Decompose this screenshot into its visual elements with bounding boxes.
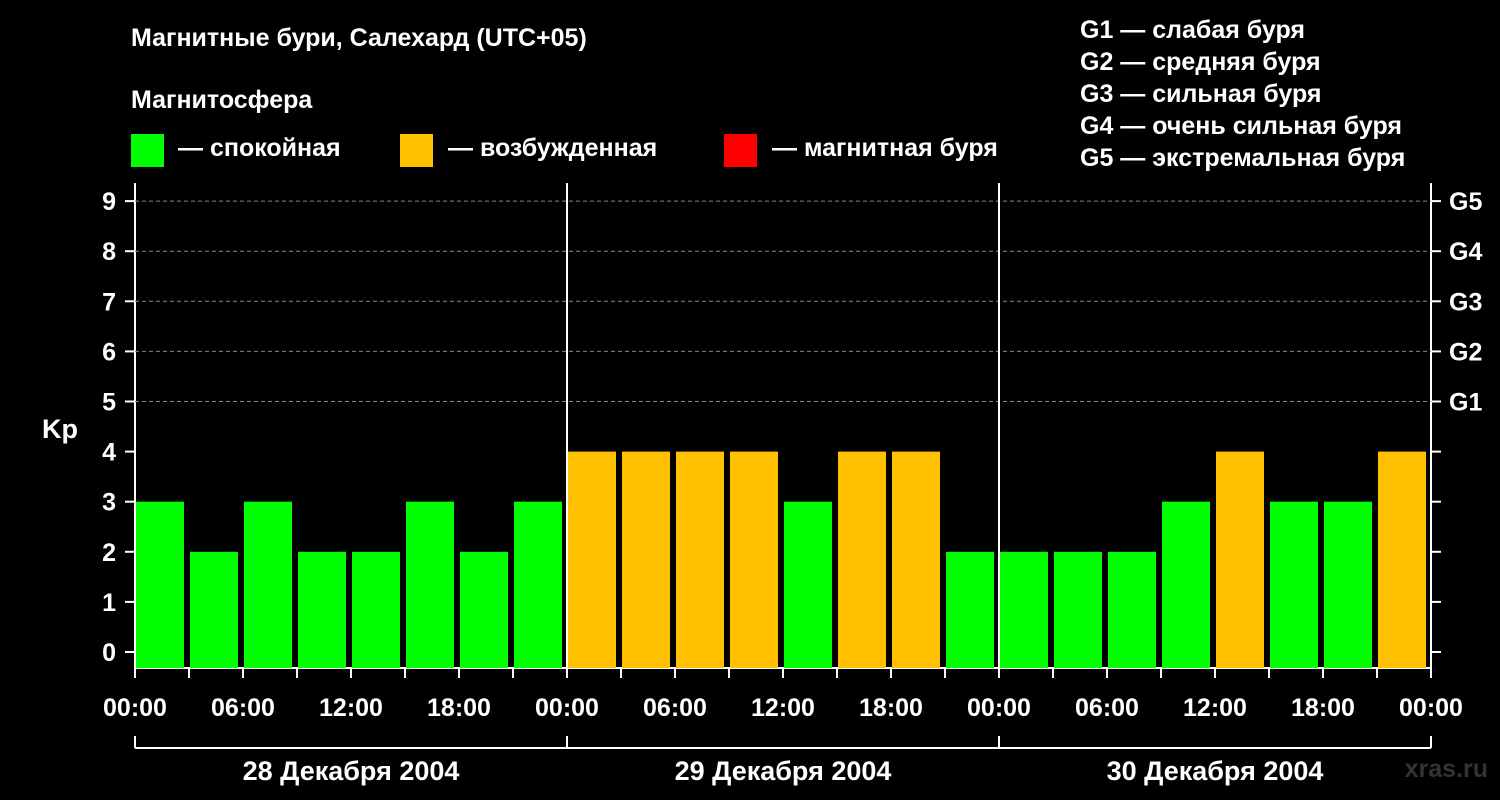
g-scale-tick-label: G5 bbox=[1449, 188, 1482, 216]
x-tick-label: 18:00 bbox=[859, 694, 923, 722]
x-tick-label: 18:00 bbox=[427, 694, 491, 722]
y-tick-label: 5 bbox=[102, 389, 116, 417]
x-tick-label: 12:00 bbox=[1183, 694, 1247, 722]
x-tick-label: 00:00 bbox=[103, 694, 167, 722]
kp-bar bbox=[1270, 501, 1318, 668]
kp-bar bbox=[1162, 501, 1210, 668]
x-tick-label: 06:00 bbox=[643, 694, 707, 722]
y-tick-label: 2 bbox=[102, 539, 116, 567]
x-tick-label: 00:00 bbox=[535, 694, 599, 722]
day-label: 30 Декабря 2004 bbox=[1107, 756, 1324, 786]
g-scale-tick-label: G4 bbox=[1449, 238, 1482, 266]
kp-bar bbox=[1108, 551, 1156, 668]
y-tick-label: 0 bbox=[102, 639, 116, 667]
y-tick-label: 7 bbox=[102, 288, 116, 316]
x-tick-label: 12:00 bbox=[319, 694, 383, 722]
kp-bar-chart: 0 1 2 3 4 5 6 7 8 9 G1 G2 G3 G4 G5 Kp 00:00 06:00 12:00 18:… bbox=[42, 183, 1482, 786]
y-tick-label: 8 bbox=[102, 238, 116, 266]
kp-bar bbox=[838, 451, 886, 668]
y-axis-label: Kp bbox=[42, 414, 78, 444]
kp-bar bbox=[1000, 551, 1048, 668]
kp-bar bbox=[622, 451, 670, 668]
kp-bar bbox=[946, 551, 994, 668]
kp-bar bbox=[568, 451, 616, 668]
kp-bar bbox=[892, 451, 940, 668]
kp-bar bbox=[784, 501, 832, 668]
day-label: 28 Декабря 2004 bbox=[243, 756, 460, 786]
y-tick-label: 4 bbox=[102, 439, 116, 467]
kp-bar bbox=[1324, 501, 1372, 668]
g-scale-tick-label: G1 bbox=[1449, 389, 1482, 417]
x-tick-label: 18:00 bbox=[1291, 694, 1355, 722]
kp-bar bbox=[676, 451, 724, 668]
kp-bar bbox=[1216, 451, 1264, 668]
x-tick-label: 00:00 bbox=[967, 694, 1031, 722]
x-tick-label: 12:00 bbox=[751, 694, 815, 722]
kp-bar bbox=[1378, 451, 1426, 668]
g-scale-tick-label: G3 bbox=[1449, 288, 1482, 316]
kp-bar bbox=[190, 551, 238, 668]
g-scale-tick-label: G2 bbox=[1449, 338, 1482, 366]
x-tick-label: 00:00 bbox=[1399, 694, 1463, 722]
kp-bar bbox=[244, 501, 292, 668]
y-tick-label: 3 bbox=[102, 489, 116, 517]
y-tick-label: 9 bbox=[102, 188, 116, 216]
kp-bar bbox=[1054, 551, 1102, 668]
kp-bar bbox=[352, 551, 400, 668]
kp-bar bbox=[136, 501, 184, 668]
kp-bar bbox=[730, 451, 778, 668]
kp-bar bbox=[460, 551, 508, 668]
kp-bar bbox=[298, 551, 346, 668]
kp-bar bbox=[406, 501, 454, 668]
x-tick-label: 06:00 bbox=[211, 694, 275, 722]
day-label: 29 Декабря 2004 bbox=[675, 756, 892, 786]
x-tick-label: 06:00 bbox=[1075, 694, 1139, 722]
kp-bar bbox=[514, 501, 562, 668]
y-tick-label: 1 bbox=[102, 589, 116, 617]
watermark: xras.ru bbox=[1404, 755, 1488, 783]
y-tick-label: 6 bbox=[102, 338, 116, 366]
